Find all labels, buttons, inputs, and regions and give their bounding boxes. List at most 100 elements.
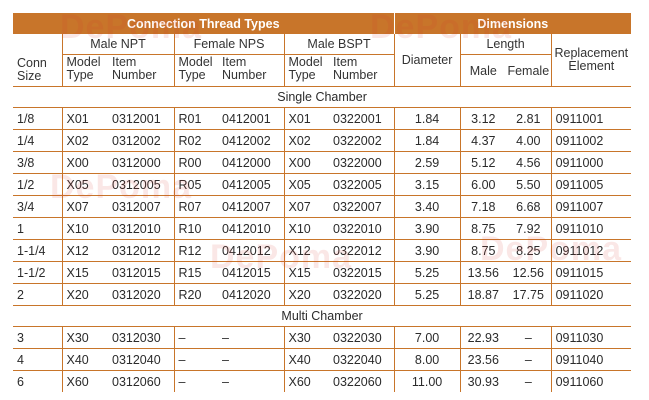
diameter-cell: 11.00 — [393, 370, 461, 392]
female-nps-item-cell: 0412001 — [218, 107, 284, 130]
female-nps-model-cell: R07 — [173, 195, 218, 218]
female-nps-item-cell: – — [218, 326, 284, 349]
column-group-row: Conn Size Male NPT Female NPS Male BSPT … — [13, 34, 632, 87]
replacement-element-cell: 0911001 — [550, 107, 632, 130]
length-male-cell: 18.87 — [459, 283, 507, 306]
male-npt-model-cell: X60 — [61, 370, 108, 392]
length-male-cell: 3.12 — [459, 107, 507, 130]
spec-table-container: Connection Thread Types Dimensions Conn … — [13, 13, 632, 392]
male-npt-item-cell: 0312000 — [108, 151, 174, 174]
female-nps-item-cell: – — [218, 348, 284, 371]
length-male-cell: 22.93 — [459, 326, 507, 349]
table-row: 1 X10 0312010 R10 0412010 X10 0322010 3.90 8.75 7… — [13, 217, 632, 240]
table-row: 4 X40 0312040– – X40 0322040 8.00 23.56–0911040 — [13, 348, 632, 371]
length-male-cell: 8.75 — [459, 217, 507, 240]
male-npt-item-cell: 0312012 — [108, 239, 174, 262]
male-bspt-item-cell: 0322015 — [329, 261, 395, 284]
diameter-cell: 1.84 — [393, 129, 461, 152]
length-male-cell: 8.75 — [459, 239, 507, 262]
length-female-cell: – — [506, 348, 552, 371]
female-nps-item-cell: 0412012 — [218, 239, 284, 262]
length-male-cell: 5.12 — [459, 151, 507, 174]
male-npt-header: Male NPT — [61, 34, 174, 55]
table-row: 1-1/2 X15 0312015 R15 0412015 X15 0322015 5.25 1… — [13, 261, 632, 284]
connection-thread-types-heading: Connection Thread Types — [13, 13, 395, 34]
length-female-cell: 6.68 — [506, 195, 552, 218]
section-header-row: Single Chamber — [13, 86, 632, 108]
length-female-cell: 2.81 — [506, 107, 552, 130]
length-female-cell: – — [524, 374, 532, 389]
male-npt-model-cell: X07 — [61, 195, 108, 218]
length-male-header: Male — [459, 54, 507, 87]
replacement-element-cell: 0911010 — [550, 217, 632, 240]
conn-size-cell: 3 — [13, 326, 62, 349]
conn-size-header: Conn Size — [13, 34, 62, 87]
conn-size-cell: 1-1/2 — [13, 261, 62, 284]
male-bspt-model-cell: X01 — [283, 107, 329, 130]
section-title: Single Chamber — [13, 86, 632, 108]
length-male-cell: 23.56 — [459, 348, 507, 371]
male-npt-model-cell: X00 — [61, 151, 108, 174]
female-nps-model-cell: R05 — [173, 173, 218, 196]
length-female-cell: 4.56 — [506, 151, 552, 174]
male-bspt-item-cell: 0322007 — [329, 195, 395, 218]
female-nps-item-cell: 0412000 — [218, 151, 284, 174]
diameter-cell: 5.25 — [393, 283, 461, 306]
male-npt-item-cell: 0312020 — [108, 283, 174, 306]
male-npt-model-cell: X40 — [61, 348, 108, 371]
male-bspt-model-cell: X05 — [283, 173, 329, 196]
male-bspt-item-cell: 0322060 — [333, 374, 382, 389]
diameter-cell: 1.84 — [393, 107, 461, 130]
male-bspt-model-cell: X15 — [283, 261, 329, 284]
female-nps-item-cell: 0412020 — [218, 283, 284, 306]
length-female-cell: 4.00 — [506, 129, 552, 152]
diameter-cell: 3.90 — [393, 217, 461, 240]
length-male-cell: 4.37 — [459, 129, 507, 152]
female-nps-item-cell: 0412002 — [218, 129, 284, 152]
table-title-row: Connection Thread Types Dimensions — [13, 13, 632, 34]
conn-size-cell: 1/2 — [13, 173, 62, 196]
conn-size-cell: 4 — [13, 348, 62, 371]
replacement-element-cell: 0911015 — [550, 261, 632, 284]
female-nps-item-cell: 0412007 — [218, 195, 284, 218]
female-nps-model-cell: – — [173, 326, 218, 349]
male-bspt-model-cell: X40 — [283, 348, 329, 371]
female-nps-model-cell: – — [173, 348, 218, 371]
table-row: 3/8 X00 0312000 R00 0412000 X00 0322000 2.59 5.1… — [13, 151, 632, 174]
diameter-cell: 5.25 — [393, 261, 461, 284]
male-npt-item-cell: 0312001 — [108, 107, 174, 130]
table-row: 2 X20 0312020 R20 0412020 X20 0322020 5.25 18.87… — [13, 283, 632, 306]
male-npt-item-cell: 0312007 — [108, 195, 174, 218]
female-nps-model-cell: R01 — [173, 107, 218, 130]
male-npt-item-cell: 0312005 — [108, 173, 174, 196]
replacement-element-cell: 0911040 — [550, 348, 632, 371]
diameter-cell: 3.15 — [393, 173, 461, 196]
female-nps-item-number-header: Item Number — [218, 54, 284, 87]
female-nps-item-cell: 0412010 — [218, 217, 284, 240]
diameter-cell: 8.00 — [393, 348, 461, 371]
dimensions-heading: Dimensions — [394, 13, 632, 34]
replacement-element-cell: 0911030 — [550, 326, 632, 349]
diameter-cell: 2.59 — [393, 151, 461, 174]
section-header-row: Multi Chamber — [13, 305, 632, 327]
replacement-element-header: Replacement Element — [550, 34, 632, 87]
replacement-element-cell: 0911012 — [550, 239, 632, 262]
table-row: 6 X60 0312060– – X60 0322060 11.00 30.93–091106… — [13, 370, 632, 392]
male-npt-item-cell: 0312030 — [108, 326, 174, 349]
section-title: Multi Chamber — [13, 305, 632, 327]
female-nps-model-cell: R00 — [173, 151, 218, 174]
replacement-element-cell: 0911002 — [550, 129, 632, 152]
male-bspt-item-cell: 0322040 — [329, 348, 395, 371]
male-bspt-item-number-header: Item Number — [329, 54, 395, 87]
male-npt-model-cell: X05 — [61, 173, 108, 196]
conn-size-cell: 6 — [17, 374, 24, 389]
replacement-header-line1: Replacement — [554, 46, 629, 60]
male-npt-model-cell: X30 — [61, 326, 108, 349]
female-nps-model-cell: R02 — [173, 129, 218, 152]
conn-size-header-line1: Conn — [17, 56, 47, 70]
replacement-element-cell: 0911060 — [550, 370, 632, 392]
table-row: 1/4 X02 0312002 R02 0412002 X02 0322002 1.84 4.3… — [13, 129, 632, 152]
length-female-header: Female — [506, 54, 552, 87]
replacement-element-cell: 0911000 — [550, 151, 632, 174]
diameter-cell: 3.40 — [393, 195, 461, 218]
